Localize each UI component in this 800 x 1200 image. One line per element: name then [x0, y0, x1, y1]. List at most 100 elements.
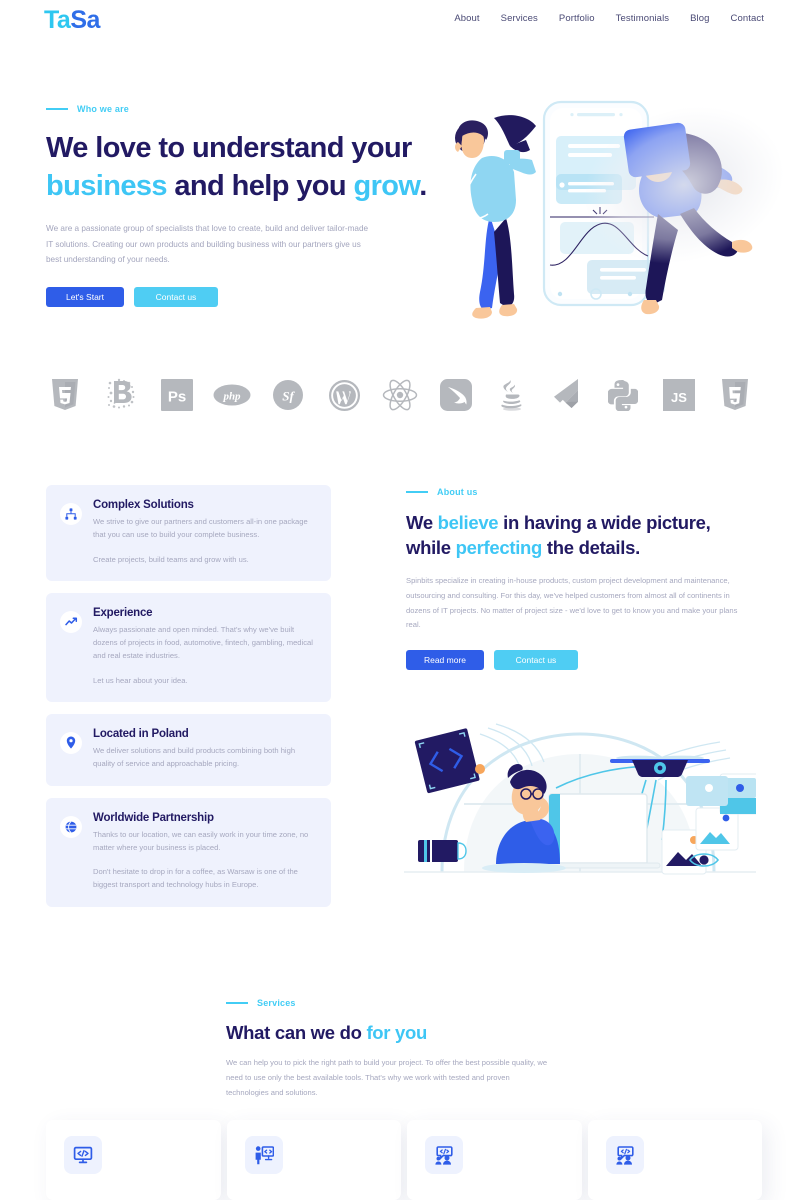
nav-item-services[interactable]: Services	[501, 13, 538, 24]
feature-card-title: Experience	[93, 606, 153, 619]
about-title: We believe in having a wide picture, whi…	[406, 511, 758, 561]
sitemap-icon	[60, 503, 82, 525]
nav-item-testimonials[interactable]: Testimonials	[616, 13, 669, 24]
javascript-icon: JS	[658, 374, 700, 416]
flutter-icon	[546, 374, 588, 416]
css3-icon	[44, 374, 86, 416]
about-button-row: Read more Contact us	[406, 650, 758, 671]
landing-page: TaSa About Services Portfolio Testimonia…	[0, 0, 800, 1200]
feature-card-title: Worldwide Partnership	[93, 811, 214, 824]
people-code-chat-icon	[425, 1136, 463, 1174]
feature-card-body: Experience Always passionate and open mi…	[93, 607, 315, 687]
eyebrow-dash-icon	[226, 1002, 248, 1004]
about-contact-us-button[interactable]: Contact us	[494, 650, 578, 671]
wordpress-icon	[323, 374, 365, 416]
feature-card-text-1: We strive to give our partners and custo…	[93, 517, 308, 540]
svg-text:php: php	[223, 391, 242, 403]
logo[interactable]: TaSa	[44, 6, 100, 35]
logo-part-2: Sa	[70, 6, 100, 34]
feature-card-list: Complex Solutions We strive to give our …	[46, 485, 331, 919]
nav-item-portfolio[interactable]: Portfolio	[559, 13, 595, 24]
feature-card-title: Located in Poland	[93, 727, 189, 740]
hero-eyebrow-label: Who we are	[77, 104, 130, 114]
services-section: Services What can we do for you We can h…	[226, 998, 578, 1100]
people-code-chat-icon	[605, 1136, 644, 1174]
services-eyebrow-label: Services	[257, 998, 296, 1008]
hero-title-highlight-grow: grow	[353, 169, 420, 202]
services-title: What can we do for you	[226, 1022, 578, 1044]
nav-item-blog[interactable]: Blog	[690, 13, 709, 24]
hero-title-line2-mid: and help you	[166, 169, 354, 202]
eyebrow-dash-icon	[46, 108, 68, 110]
hero-lets-start-button[interactable]: Let's Start	[46, 286, 124, 307]
about-read-more-button[interactable]: Read more	[406, 650, 484, 671]
feature-card-text-1: We deliver solutions and build products …	[93, 745, 296, 769]
about-illustration-svg	[404, 723, 761, 875]
about-title-highlight-believe: believe	[437, 512, 499, 533]
map-pin-icon	[60, 731, 82, 754]
services-subtitle: We can help you to pick the right path t…	[226, 1058, 548, 1097]
feature-card-complex-solutions[interactable]: Complex Solutions We strive to give our …	[46, 485, 331, 581]
monitor-code-icon	[64, 1136, 102, 1174]
technology-logos: Ps php Sf JS	[44, 372, 756, 418]
hero-contact-us-button[interactable]: Contact us	[134, 286, 218, 307]
feature-card-text-2: Let us hear about your idea.	[93, 675, 188, 685]
feature-card-body: Complex Solutions We strive to give our …	[93, 499, 315, 566]
hero-section: Who we are We love to understand your bu…	[0, 85, 800, 326]
hero-title: We love to understand your business and …	[46, 130, 446, 205]
php-icon: php	[211, 374, 253, 416]
swift-icon	[435, 374, 477, 416]
about-subtitle: Spinbits specialize in creating in-house…	[406, 575, 738, 630]
services-title-a: What can we do	[226, 1022, 367, 1043]
service-card-2[interactable]	[226, 1120, 401, 1200]
svg-text:Sf: Sf	[283, 389, 296, 404]
service-card-3[interactable]	[407, 1120, 582, 1200]
feature-card-located-in-poland[interactable]: Located in Poland We deliver solutions a…	[46, 713, 331, 786]
trending-up-icon	[60, 610, 82, 633]
feature-card-text-1: Always passionate and open minded. That'…	[93, 624, 313, 661]
about-section: About us We believe in having a wide pic…	[406, 487, 758, 671]
feature-card-worldwide-partnership[interactable]: Worldwide Partnership Thanks to our loca…	[46, 797, 331, 907]
main-navigation: About Services Portfolio Testimonials Bl…	[454, 13, 764, 24]
symfony-icon: Sf	[267, 374, 309, 416]
services-eyebrow: Services	[226, 998, 578, 1008]
presenter-code-icon	[244, 1136, 283, 1174]
site-header: TaSa About Services Portfolio Testimonia…	[0, 0, 800, 44]
globe-icon	[60, 815, 82, 838]
feature-card-text-2: Create projects, build teams and grow wi…	[93, 554, 249, 564]
hero-eyebrow: Who we are	[46, 104, 446, 114]
feature-card-text-1: Thanks to our location, we can easily wo…	[93, 829, 309, 852]
services-title-highlight: for you	[366, 1022, 428, 1043]
java-icon	[491, 374, 533, 416]
feature-card-title: Complex Solutions	[93, 499, 194, 511]
about-eyebrow: About us	[406, 487, 758, 497]
svg-text:Ps: Ps	[167, 389, 185, 406]
about-title-f: the details.	[542, 536, 640, 558]
about-title-c: in having a wide picture,	[498, 512, 711, 533]
svg-text:JS: JS	[671, 390, 687, 405]
nav-item-about[interactable]: About	[454, 13, 479, 24]
about-illustration	[404, 712, 761, 902]
hero-content: Who we are We love to understand your bu…	[46, 104, 446, 307]
service-card-list	[46, 1120, 762, 1200]
about-title-a: We	[406, 512, 438, 533]
eyebrow-dash-icon	[406, 491, 428, 493]
service-card-1[interactable]	[46, 1120, 221, 1200]
hero-illustration	[432, 85, 800, 326]
feature-card-body: Located in Poland We deliver solutions a…	[93, 728, 315, 771]
hero-title-period: .	[419, 169, 427, 202]
photoshop-icon: Ps	[156, 374, 198, 416]
service-card-4[interactable]	[587, 1120, 762, 1200]
react-icon	[379, 374, 421, 416]
html5-icon	[714, 374, 756, 416]
feature-card-body: Worldwide Partnership Thanks to our loca…	[93, 812, 315, 892]
nav-item-contact[interactable]: Contact	[731, 13, 764, 24]
about-title-highlight-perfecting: perfecting	[455, 536, 543, 558]
bootstrap-b-icon	[100, 374, 142, 416]
about-title-d: while	[406, 536, 456, 558]
hero-title-line1: We love to understand your	[46, 132, 412, 164]
python-icon	[602, 374, 644, 416]
logo-part-1: Ta	[44, 6, 71, 34]
hero-title-highlight-business: business	[46, 169, 168, 202]
feature-card-experience[interactable]: Experience Always passionate and open mi…	[46, 592, 331, 702]
